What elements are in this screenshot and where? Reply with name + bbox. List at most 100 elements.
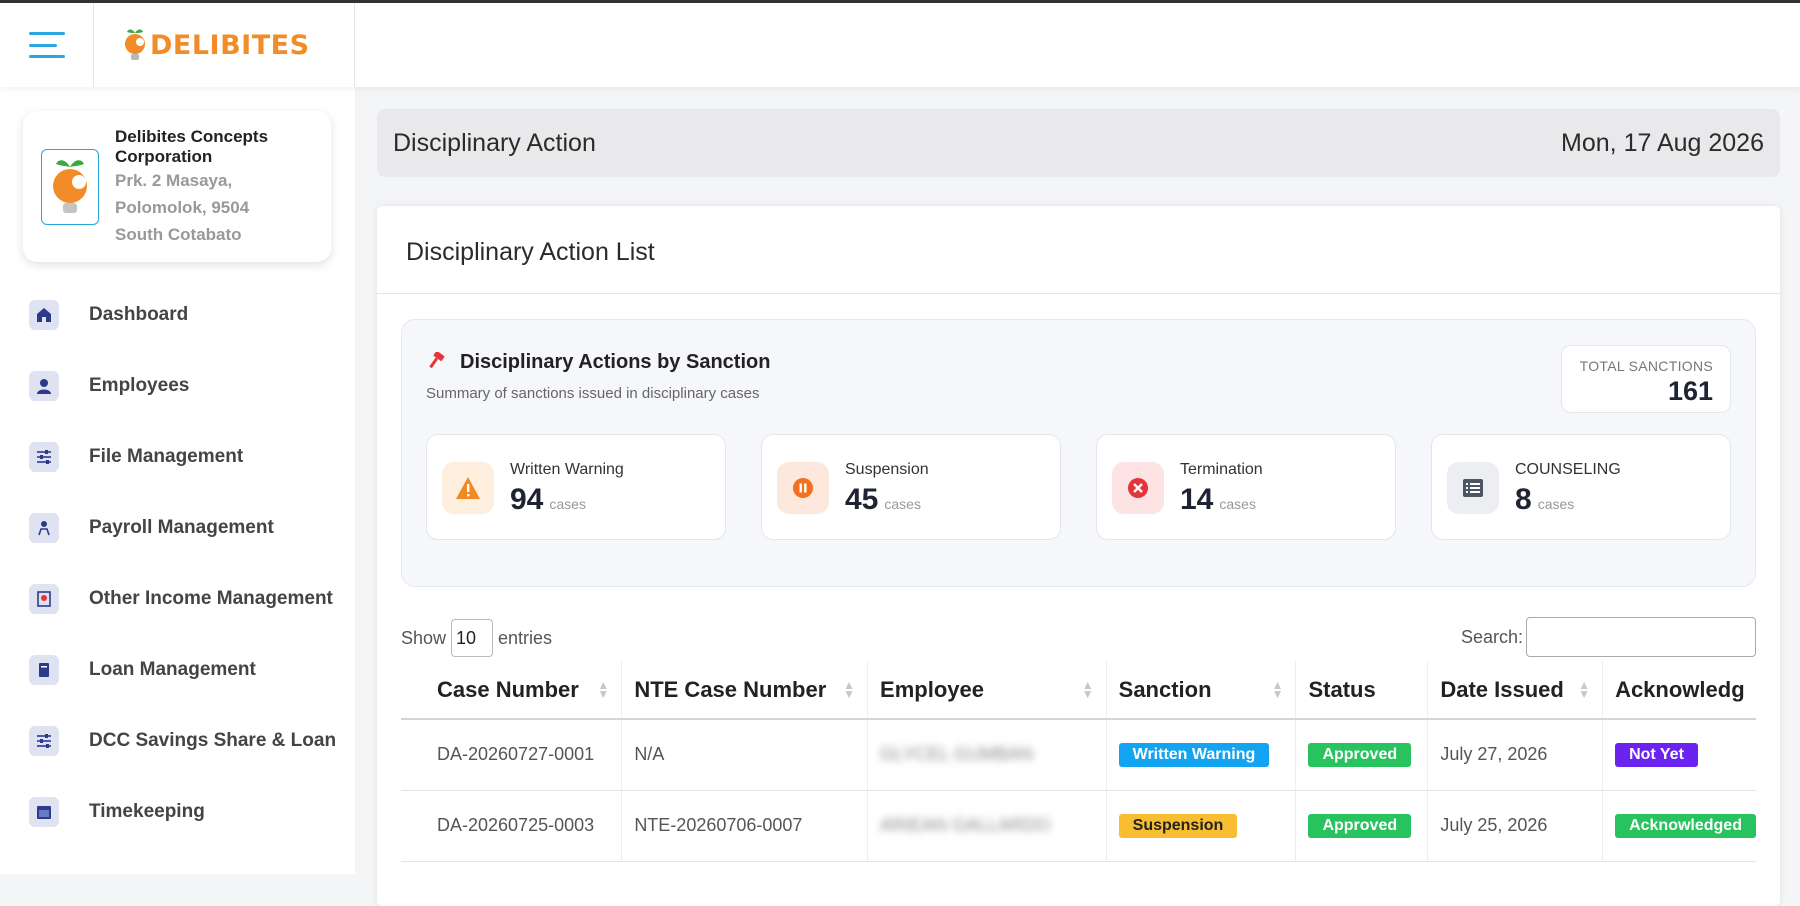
date-issued-cell: July 27, 2026 [1427,719,1604,791]
sidebar-item-dashboard[interactable]: Dashboard [0,279,355,350]
sanction-summary-panel: Disciplinary Actions by Sanction Summary… [401,319,1756,587]
sidebar-item-label: File Management [89,445,244,467]
column-header-employee[interactable]: Employee ▲ ▼ [867,661,1107,720]
stat-label: COUNSELING [1515,461,1621,478]
orange-logo-icon [122,27,148,63]
table-row[interactable]: DA-20260727-0001 N/A GLYCEL GUMBAN Writt… [401,719,1756,791]
sidebar-item-label: Timekeeping [89,800,205,822]
date-issued-cell: July 25, 2026 [1427,790,1604,862]
pause-icon [777,462,829,514]
sort-icon: ▲ ▼ [1271,678,1284,701]
stat-termination: Termination 14 cases [1096,434,1396,540]
stat-value: 14 cases [1180,483,1256,516]
table-header-row: Case Number ▲ ▼ NTE Case Number ▲ ▼ Employee… [401,661,1756,720]
sort-icon: ▲ ▼ [597,678,610,701]
menu-toggle-button[interactable] [0,3,94,87]
sanction-cell: Suspension [1106,790,1297,862]
card-title: Disciplinary Action List [377,206,1780,294]
case-number-cell: DA-20260727-0001 [401,719,623,791]
brand-name: DELIBITES [150,29,310,61]
sidebar-item-label: Other Income Management [89,587,333,609]
stat-value: 8 cases [1515,483,1575,516]
acknowledgement-cell: Acknowledged [1602,790,1756,862]
stat-value: 45 cases [845,483,921,516]
company-card: Delibites Concepts Corporation Prk. 2 Ma… [23,111,331,262]
income-icon [29,583,59,614]
sliders-icon [29,725,59,756]
employees-icon [29,370,59,401]
company-name: Delibites Concepts Corporation [115,127,269,166]
employee-cell: ARIEAN GALLARDO [867,790,1107,862]
sidebar-item-loan-management[interactable]: Loan Management [0,634,355,705]
hamburger-icon [28,32,65,58]
sanction-badge: Suspension [1118,813,1238,838]
column-header-sanction[interactable]: Sanction ▲ ▼ [1106,661,1297,720]
disciplinary-action-card: Disciplinary Action List Disciplinary Ac… [377,206,1780,906]
search-label: Search: [1460,626,1523,647]
acknowledgement-cell: Not Yet [1602,719,1756,791]
sidebar-item-label: Loan Management [89,658,256,680]
column-header-case-number[interactable]: Case Number ▲ ▼ [401,661,623,720]
sidebar-item-payroll-management[interactable]: Payroll Management [0,492,355,563]
status-cell: Approved [1295,790,1429,862]
acknowledgement-badge: Acknowledged [1615,813,1756,838]
column-header-nte-case-number[interactable]: NTE Case Number ▲ ▼ [621,661,869,720]
column-header-acknowledgement[interactable]: Acknowledg [1602,661,1756,720]
total-sanctions-label: TOTAL SANCTIONS [1579,358,1713,374]
sidebar-item-employees[interactable]: Employees [0,350,355,421]
table-controls: Show 10 entries Search: [401,611,1756,657]
table-row[interactable]: DA-20260725-0003 NTE-20260706-0007 ARIEA… [401,790,1756,862]
status-badge: Approved [1308,813,1412,838]
stat-written-warning: Written Warning 94 cases [426,434,726,540]
acknowledgement-badge: Not Yet [1615,742,1698,767]
sort-icon: ▲ ▼ [1578,678,1591,701]
stat-label: Termination [1180,461,1263,478]
summary-title: Disciplinary Actions by Sanction [460,351,771,373]
nte-case-number-cell: NTE-20260706-0007 [621,790,869,862]
close-circle-icon [1112,462,1164,514]
home-icon [29,299,59,330]
sidebar: Delibites Concepts Corporation Prk. 2 Ma… [0,87,355,874]
stat-label: Suspension [845,461,929,478]
status-badge: Approved [1308,742,1412,767]
payroll-icon [29,512,59,543]
warning-icon [442,462,494,514]
sidebar-item-dcc-savings-share-loan[interactable]: DCC Savings Share & Loan [0,705,355,776]
column-header-date-issued[interactable]: Date Issued ▲ ▼ [1427,661,1604,720]
company-logo-icon [41,149,99,225]
list-icon [1447,462,1499,514]
stat-value: 94 cases [510,483,586,516]
page-header: Disciplinary Action Mon, 17 Aug 2026 [377,109,1780,177]
page-title: Disciplinary Action [393,129,596,157]
sanction-cell: Written Warning [1106,719,1297,791]
sidebar-item-other-income-management[interactable]: Other Income Management [0,563,355,634]
sidebar-item-file-management[interactable]: File Management [0,421,355,492]
search-input[interactable] [1526,617,1756,657]
summary-subtitle: Summary of sanctions issued in disciplin… [426,385,760,402]
sidebar-item-timekeeping[interactable]: Timekeeping [0,776,355,847]
brand-logo[interactable]: DELIBITES [94,3,355,87]
entries-select[interactable]: 10 [451,619,494,657]
calendar-icon [29,796,59,827]
current-date: Mon, 17 Aug 2026 [1561,129,1764,157]
stat-suspension: Suspension 45 cases [761,434,1061,540]
sidebar-item-label: Dashboard [89,303,189,325]
total-sanctions-value: 161 [1667,376,1713,406]
top-bar: DELIBITES [0,3,1800,87]
sort-icon: ▲ ▼ [1081,678,1094,701]
column-header-status[interactable]: Status [1295,661,1429,720]
sliders-icon [29,441,59,472]
sort-icon: ▲ ▼ [843,678,856,701]
status-cell: Approved [1295,719,1429,791]
total-sanctions-box: TOTAL SANCTIONS 161 [1561,345,1731,413]
case-number-cell: DA-20260725-0003 [401,790,623,862]
stat-label: Written Warning [510,461,624,478]
sidebar-item-label: Employees [89,374,190,396]
sidebar-item-label: DCC Savings Share & Loan [89,729,337,751]
nte-case-number-cell: N/A [621,719,869,791]
book-icon [29,654,59,685]
gavel-icon [426,351,448,377]
company-address: Prk. 2 Masaya, Polomolok, 9504 South Cot… [115,171,250,244]
employee-cell: GLYCEL GUMBAN [867,719,1107,791]
stat-counseling: COUNSELING 8 cases [1431,434,1731,540]
